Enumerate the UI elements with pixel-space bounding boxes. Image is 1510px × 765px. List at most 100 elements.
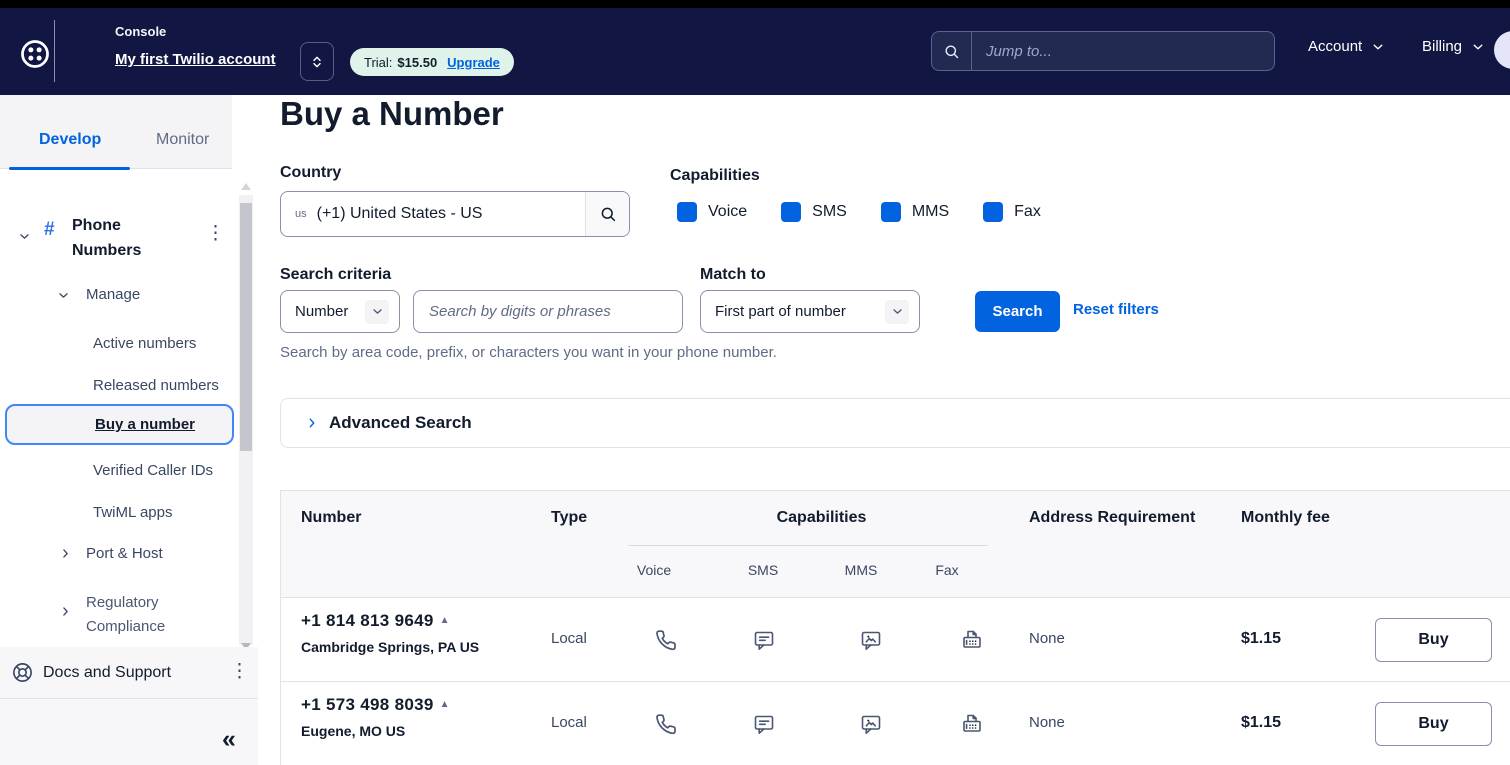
capabilities-checkbox-row: Voice SMS MMS Fax xyxy=(677,202,1041,222)
fax-capability-icon xyxy=(960,712,984,736)
buy-button[interactable]: Buy xyxy=(1375,618,1492,662)
trial-balance-badge: Trial: $15.50 Upgrade xyxy=(350,48,514,76)
docs-kebab-icon[interactable]: ⋮ xyxy=(230,663,249,681)
match-to-select[interactable]: First part of number xyxy=(700,290,920,333)
number-cell: +1 573 498 8039▲ Eugene, MO US xyxy=(301,695,450,739)
tab-develop[interactable]: Develop xyxy=(39,131,101,149)
match-to-value: First part of number xyxy=(715,303,846,320)
results-table: Number Type Capabilities Address Require… xyxy=(280,490,1510,765)
chevron-down-icon xyxy=(1471,40,1485,54)
collapse-sidebar-icon[interactable]: « xyxy=(222,725,236,754)
search-icon-button[interactable] xyxy=(932,32,972,70)
search-button[interactable]: Search xyxy=(975,291,1060,332)
sidebar-item-manage[interactable]: Manage xyxy=(86,286,140,303)
sidebar-item-port-host[interactable]: Port & Host xyxy=(86,545,163,562)
active-tab-underline xyxy=(9,167,130,170)
search-icon xyxy=(599,205,617,223)
chevron-right-icon xyxy=(305,416,319,430)
chevron-down-icon xyxy=(365,300,389,324)
checkbox-voice[interactable]: Voice xyxy=(677,202,747,222)
sidebar-item-verified-caller-ids[interactable]: Verified Caller IDs xyxy=(93,462,213,479)
fax-checkbox-label: Fax xyxy=(1014,203,1041,221)
address-requirement-cell: None xyxy=(1029,630,1065,647)
regulatory-expand-chevron[interactable] xyxy=(59,605,72,623)
account-name-link[interactable]: My first Twilio account xyxy=(115,51,276,68)
checked-checkbox-icon[interactable] xyxy=(983,202,1003,222)
sidebar-bottom-section: Docs and Support ⋮ « xyxy=(0,647,258,765)
phone-numbers-collapse-chevron[interactable] xyxy=(18,230,31,248)
phone-numbers-kebab-icon[interactable]: ⋮ xyxy=(206,225,225,243)
phone-number: +1 573 498 8039 xyxy=(301,695,434,714)
checkbox-sms[interactable]: SMS xyxy=(781,202,847,222)
mms-capability-icon xyxy=(859,628,883,652)
fax-capability-icon xyxy=(960,628,984,652)
search-criteria-label: Search criteria xyxy=(280,266,391,284)
sidebar-item-twiml-apps[interactable]: TwiML apps xyxy=(93,504,172,521)
country-search-button[interactable] xyxy=(585,192,629,236)
number-location: Eugene, MO US xyxy=(301,723,450,739)
table-row: +1 573 498 8039▲ Eugene, MO US Local Non… xyxy=(281,682,1510,765)
mms-capability-icon xyxy=(859,712,883,736)
checkbox-mms[interactable]: MMS xyxy=(881,202,949,222)
account-menu[interactable]: Account xyxy=(1308,38,1385,55)
country-combobox[interactable]: us (+1) United States - US xyxy=(280,191,630,237)
sidebar-item-docs-and-support[interactable]: Docs and Support xyxy=(43,664,171,682)
column-header-type: Type xyxy=(551,509,587,527)
sidebar-item-buy-a-number-selected[interactable]: Buy a number xyxy=(5,404,234,445)
column-header-capabilities: Capabilities xyxy=(629,509,1014,527)
subcolumn-sms: SMS xyxy=(713,562,813,578)
capabilities-group-divider xyxy=(628,545,988,546)
buy-a-number-label: Buy a number xyxy=(95,416,195,433)
checked-checkbox-icon[interactable] xyxy=(781,202,801,222)
sort-ascending-icon: ▲ xyxy=(440,615,450,626)
sidebar-item-phone-numbers[interactable]: Phone Numbers xyxy=(72,213,192,263)
manage-collapse-chevron[interactable] xyxy=(57,289,70,307)
port-host-expand-chevron[interactable] xyxy=(59,547,72,565)
sidebar-scrollbar-track[interactable] xyxy=(239,195,253,645)
chevron-down-icon xyxy=(885,300,909,324)
checked-checkbox-icon[interactable] xyxy=(881,202,901,222)
type-cell: Local xyxy=(551,714,587,731)
advanced-search-expander[interactable]: Advanced Search xyxy=(280,398,1510,448)
twilio-logo-icon[interactable] xyxy=(20,39,50,69)
criteria-type-value: Number xyxy=(295,303,348,320)
checkbox-fax[interactable]: Fax xyxy=(983,202,1041,222)
country-label: Country xyxy=(280,164,341,182)
chevron-down-icon xyxy=(18,230,31,243)
chevron-down-icon xyxy=(57,289,70,302)
criteria-type-select[interactable]: Number xyxy=(280,290,400,333)
phone-number: +1 814 813 9649 xyxy=(301,611,434,630)
scroll-up-arrow-icon[interactable] xyxy=(241,183,251,190)
upgrade-link[interactable]: Upgrade xyxy=(447,55,500,70)
lifebuoy-icon xyxy=(11,661,34,689)
sms-checkbox-label: SMS xyxy=(812,203,847,221)
table-row: +1 814 813 9649▲ Cambridge Springs, PA U… xyxy=(281,598,1510,682)
checked-checkbox-icon[interactable] xyxy=(677,202,697,222)
jump-to-input[interactable] xyxy=(972,32,1274,70)
column-header-monthly-fee: Monthly fee xyxy=(1241,509,1330,527)
billing-menu-label: Billing xyxy=(1422,38,1462,55)
tab-monitor[interactable]: Monitor xyxy=(156,131,209,149)
sidebar-item-active-numbers[interactable]: Active numbers xyxy=(93,335,196,352)
buy-button[interactable]: Buy xyxy=(1375,702,1492,746)
subcolumn-fax: Fax xyxy=(897,562,997,578)
user-avatar[interactable] xyxy=(1494,31,1510,69)
digits-search-input[interactable] xyxy=(413,290,683,333)
column-header-number: Number xyxy=(301,509,361,527)
search-helper-text: Search by area code, prefix, or characte… xyxy=(280,344,777,361)
chevron-up-down-icon xyxy=(309,54,325,70)
reset-filters-link[interactable]: Reset filters xyxy=(1073,301,1159,318)
top-navigation-bar: Console My first Twilio account Trial: $… xyxy=(0,8,1510,95)
advanced-search-label: Advanced Search xyxy=(329,413,472,433)
global-search-box[interactable] xyxy=(931,31,1275,71)
account-switcher-button[interactable] xyxy=(300,42,334,81)
voice-capability-icon xyxy=(654,712,678,736)
monthly-fee-cell: $1.15 xyxy=(1241,630,1281,648)
trial-amount: $15.50 xyxy=(397,55,437,70)
sidebar-scrollbar-thumb[interactable] xyxy=(240,203,252,451)
main-content: Buy a Number Country us (+1) United Stat… xyxy=(258,95,1510,765)
sidebar-item-released-numbers[interactable]: Released numbers xyxy=(93,377,219,394)
hash-icon: # xyxy=(44,219,55,241)
billing-menu[interactable]: Billing xyxy=(1422,38,1485,55)
sidebar-item-regulatory-compliance[interactable]: Regulatory Compliance xyxy=(86,591,196,639)
